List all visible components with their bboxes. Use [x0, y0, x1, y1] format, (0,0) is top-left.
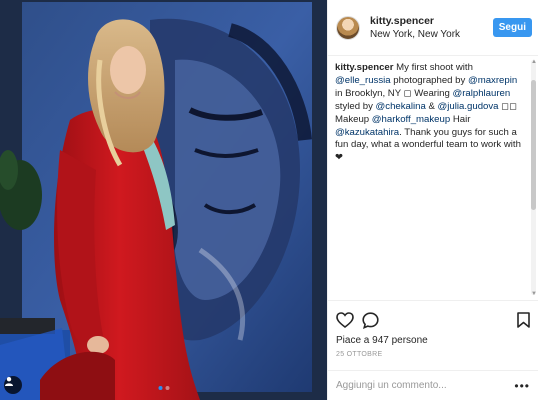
post-timestamp: 25 OTTOBRE: [336, 351, 383, 358]
carousel-dot-1[interactable]: [158, 386, 162, 390]
scrollbar-thumb[interactable]: [531, 80, 536, 210]
post-caption: kitty.spencer My first shoot with @elle_…: [335, 62, 524, 165]
bookmark-icon: [517, 312, 530, 328]
carousel-indicator: [158, 386, 169, 390]
post-actions: Piace a 947 persone 25 OTTOBRE: [328, 300, 538, 370]
comment-input[interactable]: [336, 380, 515, 391]
comment-bar: •••: [328, 370, 538, 400]
user-tags-button[interactable]: [4, 376, 22, 394]
post-photo-artwork: [0, 0, 327, 400]
caption-mention-link[interactable]: @elle_russia: [335, 75, 391, 86]
username-link[interactable]: kitty.spencer: [370, 15, 493, 28]
like-button[interactable]: [336, 310, 356, 330]
caption-mention-link[interactable]: @ralphlauren: [452, 88, 510, 99]
comment-button[interactable]: [362, 310, 382, 330]
caption-author[interactable]: kitty.spencer: [335, 62, 393, 73]
follow-button[interactable]: Segui: [492, 18, 532, 37]
carousel-dot-2[interactable]: [165, 386, 169, 390]
person-icon: [5, 377, 13, 386]
post-details-panel: kitty.spencer New York, New York Segui k…: [327, 0, 538, 400]
scroll-up-arrow-icon[interactable]: ▲: [531, 56, 537, 69]
caption-text-segment: styled by: [335, 100, 376, 112]
likes-count[interactable]: Piace a 947 persone: [336, 335, 530, 346]
location-link[interactable]: New York, New York: [370, 28, 493, 41]
save-button[interactable]: [510, 310, 530, 330]
caption-scrollbar[interactable]: [531, 60, 536, 295]
caption-text-segment: My first shoot with: [393, 62, 473, 73]
scroll-down-arrow-icon[interactable]: ▼: [531, 288, 537, 300]
caption-text-segment: &: [425, 100, 438, 112]
post-photo[interactable]: [0, 0, 327, 400]
caption-mention-link[interactable]: @julia.gudova: [438, 101, 499, 112]
action-icons: [336, 309, 530, 331]
caption-text-segment: Hair: [450, 113, 471, 125]
user-info: kitty.spencer New York, New York: [370, 15, 493, 41]
avatar[interactable]: [336, 15, 360, 40]
more-options-button[interactable]: •••: [514, 379, 530, 393]
caption-mention-link[interactable]: @chekalina: [376, 101, 426, 112]
heart-icon: [336, 312, 354, 328]
comment-icon: [362, 311, 379, 329]
caption-area: kitty.spencer My first shoot with @elle_…: [328, 56, 538, 300]
caption-mention-link[interactable]: @maxrepin: [468, 75, 517, 86]
caption-mention-link[interactable]: @harkoff_makeup: [372, 114, 450, 125]
caption-text: My first shoot with @elle_russia photogr…: [335, 62, 521, 163]
post-modal: kitty.spencer New York, New York Segui k…: [0, 0, 538, 400]
caption-text-segment: photographed by: [390, 74, 468, 86]
caption-mention-link[interactable]: @kazukatahira: [335, 127, 399, 138]
caption-text-segment: in Brooklyn, NY ◻ Wearing: [335, 87, 453, 99]
post-header: kitty.spencer New York, New York Segui: [328, 0, 538, 56]
